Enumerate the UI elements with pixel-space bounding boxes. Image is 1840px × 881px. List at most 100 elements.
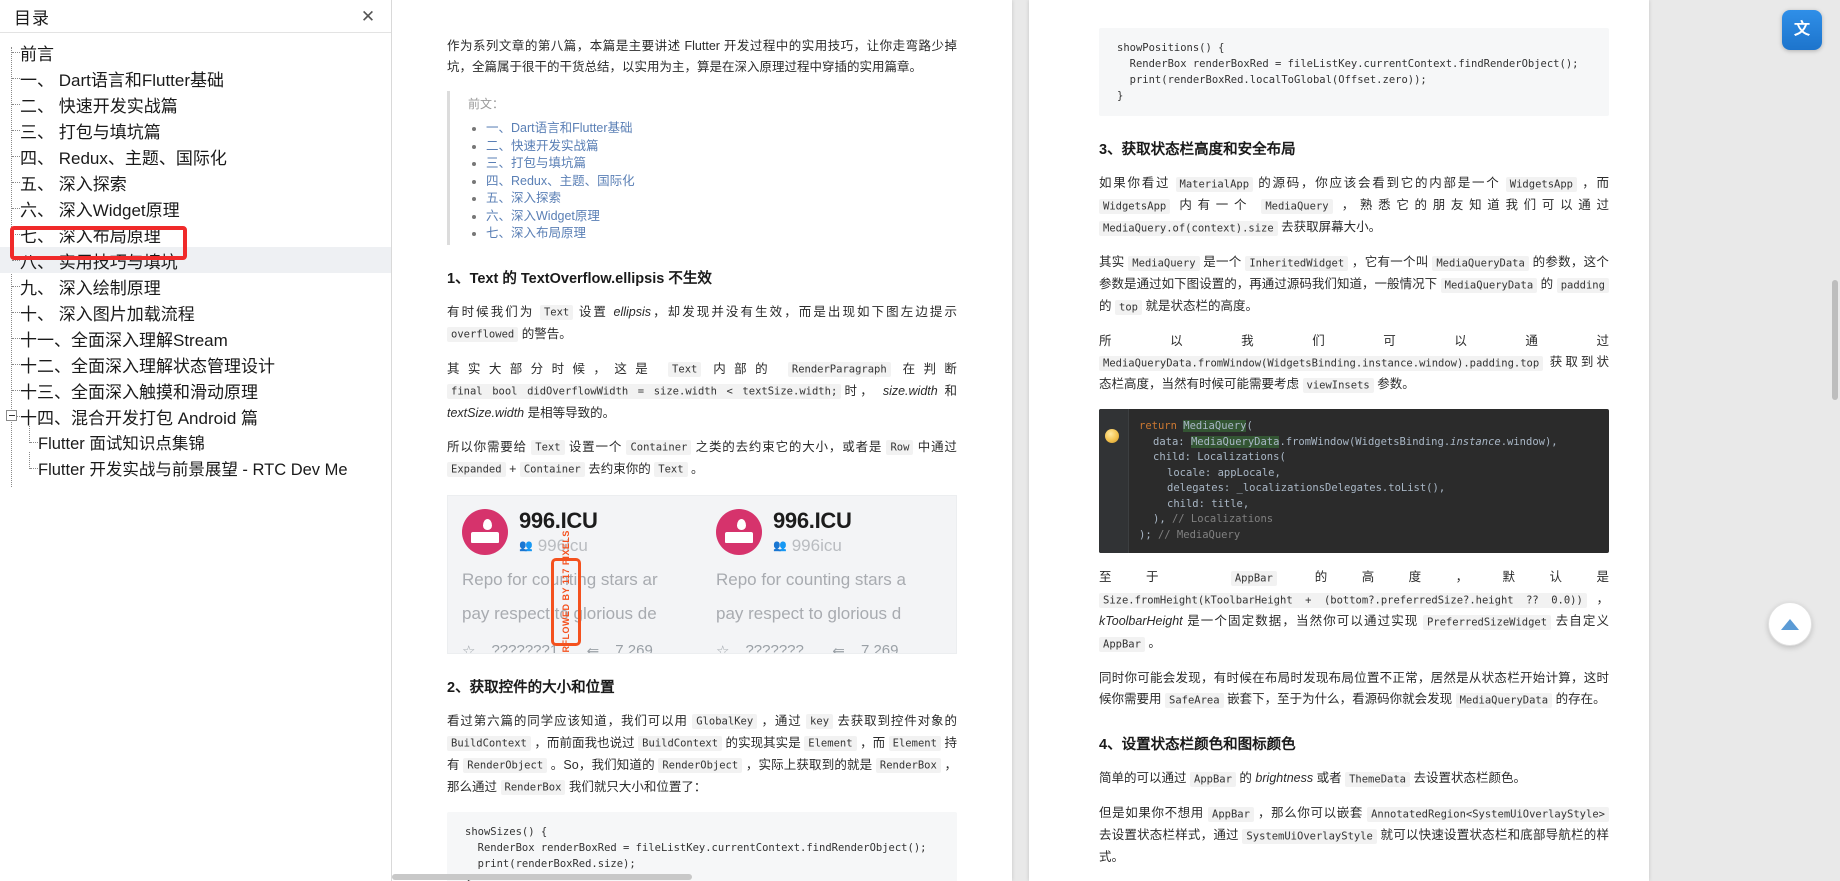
code-line: ), // Localizations	[1139, 512, 1599, 528]
text-run: 的源码，你应该会看到它的内部是一个	[1258, 176, 1501, 190]
toc-item[interactable]: 七、 深入布局原理	[0, 221, 391, 247]
vertical-scrollbar-thumb[interactable]	[1832, 280, 1838, 400]
lightbulb-icon[interactable]	[1105, 429, 1119, 443]
code-token: (	[1246, 420, 1253, 432]
inline-code: Text	[668, 362, 702, 377]
paragraph: 所以你需要给 Text 设置一个 Container 之类的去约束它的大小，或者…	[447, 437, 957, 481]
paragraph: 其实 MediaQuery 是一个 InheritedWidget ，它有一个叫…	[1099, 252, 1609, 318]
toc-item-label: Flutter 面试知识点集锦	[38, 435, 205, 453]
inline-code: MediaQueryData.fromWindow(WidgetsBinding…	[1099, 355, 1544, 371]
star-count: 7,269	[860, 642, 899, 654]
code-block-show-positions: showPositions() { RenderBox renderBoxRed…	[1099, 28, 1609, 116]
inline-code: MediaQuery	[1128, 255, 1200, 271]
emphasis: brightness	[1255, 771, 1314, 785]
repo-header: 996.ICU 👥 996icu	[462, 508, 688, 556]
inline-code: RenderObject	[658, 758, 743, 773]
text-run: 的	[1099, 299, 1112, 313]
toc-item[interactable]: 二、 快速开发实战篇	[0, 91, 391, 117]
toc-item[interactable]: Flutter 面试知识点集锦	[0, 426, 391, 455]
toc-item[interactable]: 十、 深入图片加载流程	[0, 299, 391, 325]
inline-code: AppBar	[1208, 806, 1254, 822]
close-icon[interactable]: ✕	[359, 7, 377, 25]
tree-stub	[12, 234, 20, 235]
text-run: 其实大部分时候，这是	[447, 361, 657, 376]
text-run: 的存在。	[1555, 692, 1606, 706]
list-item[interactable]: 三、打包与填坑篇	[486, 155, 957, 172]
toc-header: 目录 ✕	[0, 0, 391, 33]
list-item[interactable]: 五、深入探索	[486, 190, 957, 207]
paragraph: 其实大部分时候，这是 Text 内部的 RenderParagraph 在判断 …	[447, 359, 957, 424]
screenshot-card-right: 996.ICU 👥 996icu Repo for counting stars …	[702, 496, 956, 653]
toc-item[interactable]: 十三、全面深入触摸和滑动原理	[0, 377, 391, 403]
inline-code: final bool didOverflowWidth = size.width…	[447, 384, 842, 399]
toc-item[interactable]: 一、 Dart语言和Flutter基础	[0, 65, 391, 91]
toc-item[interactable]: 十一、全面深入理解Stream	[0, 325, 391, 351]
repo-name: 996.ICU	[773, 507, 852, 533]
inline-code: overflowed	[447, 327, 519, 342]
toc-item-label: 四、 Redux、主题、国际化	[20, 148, 227, 168]
tree-stub	[12, 260, 20, 261]
list-item[interactable]: 一、Dart语言和Flutter基础	[486, 120, 957, 137]
paragraph: 但是如果你不想用 AppBar ，那么你可以嵌套 AnnotatedRegion…	[1099, 803, 1609, 868]
inline-code: Size.fromHeight(kToolbarHeight + (bottom…	[1099, 592, 1587, 608]
quote-label: 前文：	[468, 97, 505, 111]
list-item[interactable]: 四、Redux、主题、国际化	[486, 173, 957, 190]
text-run: 我们就只大小和位置了：	[568, 779, 707, 794]
share-icon: ⇚	[586, 642, 600, 654]
horizontal-scrollbar-thumb[interactable]	[392, 874, 692, 880]
inline-code: GlobalKey	[692, 714, 758, 729]
toc-list: 前言 一、 Dart语言和Flutter基础 二、 快速开发实战篇三、 打包与填坑篇…	[0, 33, 391, 487]
document-viewer[interactable]: 作为系列文章的第八篇，本篇是主要讲述 Flutter 开发过程中的实用技巧，让你…	[392, 0, 1840, 881]
inline-code: PreferredSizeWidget	[1422, 614, 1552, 630]
inline-code: AppBar	[1099, 636, 1145, 652]
toc-item[interactable]: 九、 深入绘制原理	[0, 273, 391, 299]
toc-item[interactable]: 十二、全面深入理解状态管理设计	[0, 351, 391, 377]
toc-item-label: 九、 深入绘制原理	[20, 278, 161, 298]
toc-item-label: 三、 打包与填坑篇	[20, 122, 161, 142]
toc-item[interactable]: Flutter 开发实战与前景展望 - RTC Dev Me	[0, 452, 391, 481]
toc-item[interactable]: 五、 深入探索	[0, 169, 391, 195]
repo-owner: 👥 996icu	[519, 536, 598, 556]
toc-item[interactable]: 十四、混合开发打包 Android 篇	[0, 403, 391, 429]
inline-code: Text	[654, 462, 688, 477]
inline-code: MediaQuery	[1261, 198, 1333, 214]
toc-item[interactable]: 前言	[0, 39, 391, 65]
text-run: 去自定义	[1555, 614, 1609, 628]
inline-code: SystemUiOverlayStyle	[1242, 828, 1377, 844]
people-icon: 👥	[519, 540, 533, 552]
tree-stub	[12, 52, 20, 53]
toc-item[interactable]: 四、 Redux、主题、国际化	[0, 143, 391, 169]
emphasis: size.width	[882, 383, 938, 398]
toc-item[interactable]: 三、 打包与填坑篇	[0, 117, 391, 143]
inline-code: RenderBox	[500, 780, 566, 795]
text-run: 的警告。	[521, 326, 572, 341]
paragraph: 所以我们可以通过 MediaQueryData.fromWindow(Widge…	[1099, 331, 1609, 396]
text-run: 去获取屏幕大小。	[1281, 220, 1382, 234]
inline-code: WidgetsApp	[1505, 176, 1577, 192]
text-run: ，实际上获取到的就是	[745, 757, 873, 772]
text-run: 至于	[1099, 570, 1193, 584]
text-run: 内有一个	[1179, 198, 1253, 212]
tree-stub	[30, 442, 38, 443]
list-item[interactable]: 七、深入布局原理	[486, 225, 957, 242]
text-run: 是相等导致的。	[527, 405, 616, 420]
toc-item[interactable]: 八、 实用技巧与填坑	[0, 247, 391, 273]
code-line: data: MediaQueryData.fromWindow(WidgetsB…	[1139, 435, 1599, 451]
paragraph: 有时候我们为 Text 设置 ellipsis，却发现并没有生效，而是出现如下图…	[447, 302, 957, 346]
collapse-expander-icon[interactable]	[6, 410, 17, 421]
list-item[interactable]: 六、深入Widget原理	[486, 208, 957, 225]
inline-code: AnnotatedRegion<SystemUiOverlayStyle>	[1367, 806, 1609, 822]
translate-document-button[interactable]: 文	[1782, 10, 1822, 50]
code-line: locale: appLocale,	[1139, 466, 1599, 482]
list-item[interactable]: 二、快速开发实战篇	[486, 138, 957, 155]
back-to-top-button[interactable]	[1768, 602, 1812, 646]
text-run: 是一个固定数据，当然你可以通过实现	[1187, 614, 1419, 628]
text-run: 的高度，默认是	[1314, 570, 1609, 584]
inline-code: MediaQueryData	[1455, 692, 1553, 708]
text-run: 设置	[578, 304, 608, 319]
inline-code: Container	[519, 462, 585, 477]
text-run: 有时候我们为	[447, 304, 535, 319]
toc-item[interactable]: 六、 深入Widget原理	[0, 195, 391, 221]
996icu-logo-icon	[716, 508, 762, 555]
toc-item-label: 五、 深入探索	[20, 174, 127, 194]
